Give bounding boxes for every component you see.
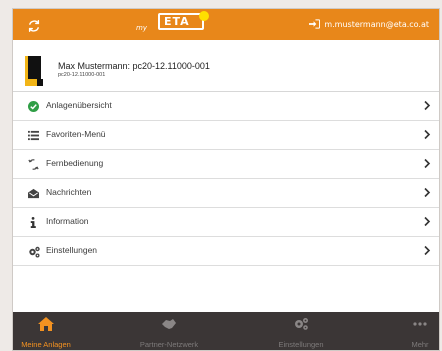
tab-partner-netzwerk[interactable]: Partner-Netzwerk (129, 312, 209, 350)
user-account[interactable]: m.mustermann@eta.co.at (309, 19, 429, 29)
sign-in-icon (309, 19, 321, 29)
envelope-icon (27, 187, 40, 200)
boiler-icon (25, 56, 45, 86)
menu-item-nachrichten[interactable]: Nachrichten (13, 179, 439, 208)
chevron-right-icon (424, 100, 431, 111)
handshake-icon (162, 319, 176, 329)
logo-brand: ETA (164, 15, 190, 28)
tab-einstellungen[interactable]: Einstellungen (261, 312, 341, 350)
menu-label: Einstellungen (46, 245, 98, 255)
logo-box: ETA (158, 13, 204, 30)
cogs-icon (295, 318, 308, 330)
tab-label: Einstellungen (278, 340, 324, 349)
refresh-icon[interactable] (27, 18, 41, 32)
tab-label: Meine Anlagen (21, 340, 71, 349)
menu-label: Nachrichten (46, 187, 92, 197)
top-bar: my ETA m.mustermann@eta.co.at (13, 9, 439, 40)
chevron-right-icon (424, 129, 431, 140)
tab-label: Mehr (411, 340, 429, 349)
menu-label: Fernbedienung (46, 158, 104, 168)
logo-prefix: my (136, 24, 147, 32)
info-icon (27, 216, 40, 229)
user-email: m.mustermann@eta.co.at (324, 19, 429, 29)
chevron-right-icon (424, 216, 431, 227)
chevron-right-icon (424, 245, 431, 256)
eta-logo: my ETA (136, 10, 214, 36)
bottom-navigation: Meine Anlagen Partner-Netzwerk Einstellu… (13, 312, 439, 350)
remote-control-icon (27, 158, 40, 171)
chevron-right-icon (424, 187, 431, 198)
menu-item-information[interactable]: Information (13, 208, 439, 237)
tab-meine-anlagen[interactable]: Meine Anlagen (13, 312, 79, 350)
menu-label: Anlagenübersicht (46, 100, 112, 110)
cogs-icon (27, 245, 40, 258)
tab-label: Partner-Netzwerk (139, 340, 199, 349)
tab-mehr[interactable]: Mehr (399, 312, 439, 350)
list-icon (27, 129, 40, 142)
menu-item-fernbedienung[interactable]: Fernbedienung (13, 150, 439, 179)
logo-dot-icon (199, 11, 209, 21)
device-header[interactable]: Max Mustermann: pc20-12.11000-001 pc20-1… (13, 51, 439, 92)
app-window: my ETA m.mustermann@eta.co.at Max Muster… (12, 8, 440, 351)
menu-item-anlagenuebersicht[interactable]: Anlagenübersicht (13, 92, 439, 121)
chevron-right-icon (424, 158, 431, 169)
check-circle-icon (27, 100, 40, 113)
more-icon (413, 322, 427, 326)
menu-item-einstellungen[interactable]: Einstellungen (13, 237, 439, 266)
menu-item-favoriten[interactable]: Favoriten-Menü (13, 121, 439, 150)
menu-label: Information (46, 216, 89, 226)
device-title: Max Mustermann: pc20-12.11000-001 (58, 61, 210, 71)
menu-label: Favoriten-Menü (46, 129, 106, 139)
device-subtitle: pc20-12.11000-001 (58, 72, 106, 78)
home-icon (38, 317, 54, 331)
main-menu: Anlagenübersicht Favoriten-Menü Fernbedi… (13, 92, 439, 266)
screen-frame: my ETA m.mustermann@eta.co.at Max Muster… (0, 0, 442, 351)
